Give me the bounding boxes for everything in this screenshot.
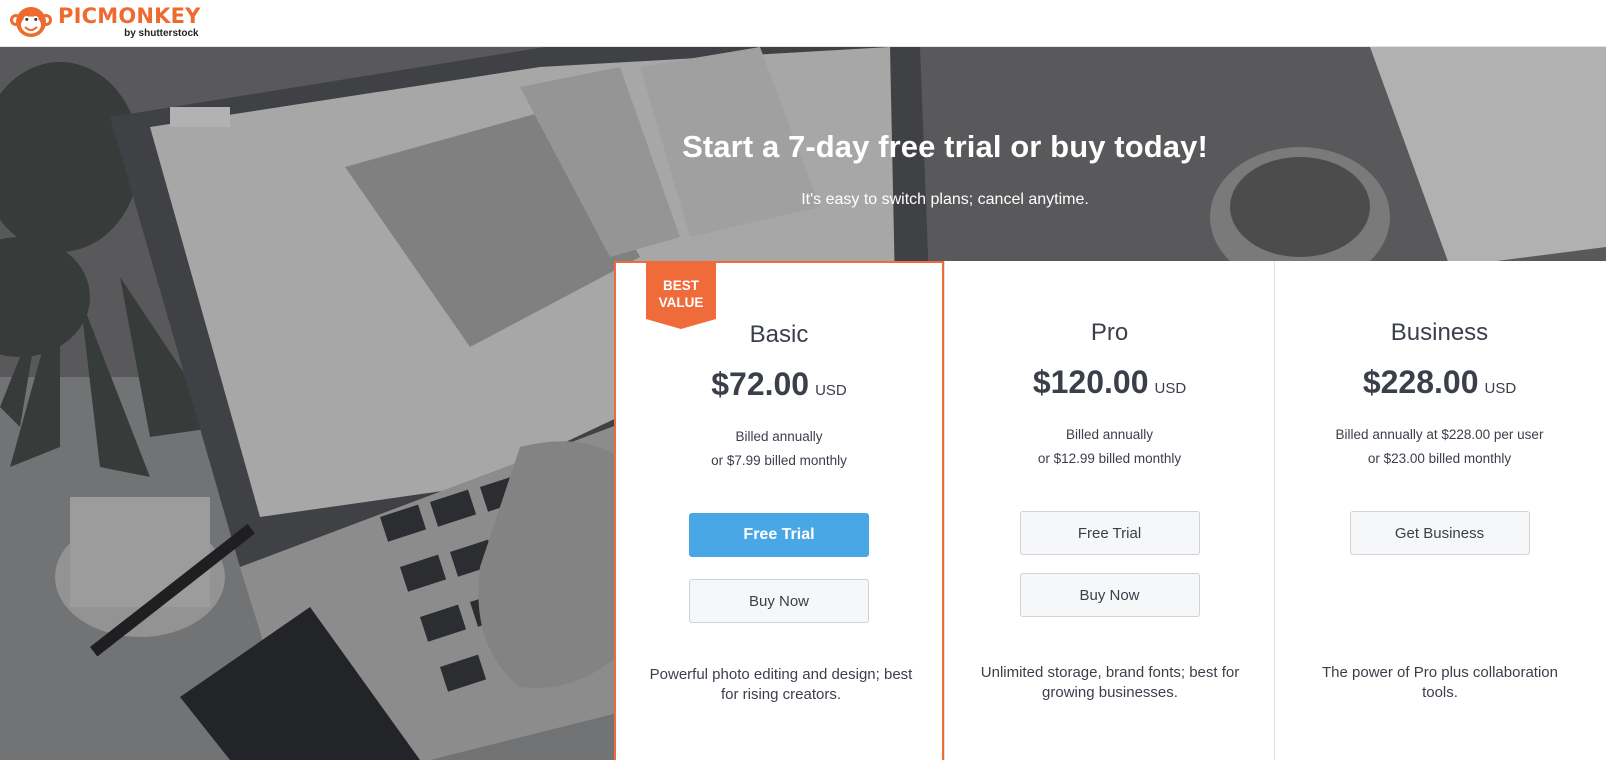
page-title: Start a 7-day free trial or buy today! xyxy=(682,129,1208,164)
picmonkey-logo[interactable]: PICMONKEY by shutterstock xyxy=(8,4,201,42)
plan-currency: USD xyxy=(1154,380,1187,397)
plan-description: Powerful photo editing and design; best … xyxy=(649,666,913,703)
billing-info: Billed annually or $7.99 billed monthly xyxy=(616,425,942,473)
badge-label: BEST VALUE xyxy=(658,278,704,310)
plan-currency: USD xyxy=(1484,380,1517,397)
billing-monthly: or $12.99 billed monthly xyxy=(1037,451,1182,466)
plan-description: Unlimited storage, brand fonts; best for… xyxy=(980,664,1240,701)
page-subtitle: It's easy to switch plans; cancel anytim… xyxy=(801,191,1089,208)
price-row: $228.00 USD xyxy=(1275,364,1604,401)
free-trial-button[interactable]: Free Trial xyxy=(1019,511,1200,555)
billing-info: Billed annually or $12.99 billed monthly xyxy=(945,423,1274,471)
plan-card-pro: Pro $120.00 USD Billed annually or $12.9… xyxy=(944,261,1274,760)
site-header: PICMONKEY by shutterstock xyxy=(0,0,1606,47)
logo-byline: by shutterstock xyxy=(124,28,199,39)
buy-now-button[interactable]: Buy Now xyxy=(689,579,869,623)
plan-name: Business xyxy=(1390,319,1489,346)
plan-currency: USD xyxy=(815,382,847,399)
buy-now-button[interactable]: Buy Now xyxy=(1019,573,1200,617)
get-business-button[interactable]: Get Business xyxy=(1349,511,1530,555)
plan-price: $72.00 xyxy=(711,366,810,402)
pricing-plans: BEST VALUE Basic $72.00 USD Billed annual… xyxy=(614,261,1606,760)
price-row: $120.00 USD xyxy=(945,364,1274,401)
plan-card-basic: BEST VALUE Basic $72.00 USD Billed annual… xyxy=(614,261,944,760)
plan-card-business: Business $228.00 USD Billed annually at … xyxy=(1274,261,1604,760)
billing-annual: Billed annually at $228.00 per user xyxy=(1335,427,1544,442)
billing-monthly: or $7.99 billed monthly xyxy=(711,453,847,468)
plan-description: The power of Pro plus collaboration tool… xyxy=(1322,664,1558,701)
free-trial-button[interactable]: Free Trial xyxy=(689,513,869,557)
billing-annual: Billed annually xyxy=(1065,427,1154,442)
best-value-badge: BEST VALUE xyxy=(646,263,716,329)
plan-name: Basic xyxy=(749,321,809,348)
logo-wordmark: PICMONKEY xyxy=(58,4,201,28)
plan-price: $228.00 xyxy=(1362,364,1479,400)
monkey-logo-icon xyxy=(10,7,52,37)
billing-annual: Billed annually xyxy=(735,429,823,444)
plan-name: Pro xyxy=(1090,319,1129,346)
price-row: $72.00 USD xyxy=(616,366,942,403)
billing-monthly: or $23.00 billed monthly xyxy=(1367,451,1512,466)
plan-price: $120.00 xyxy=(1032,364,1149,400)
billing-info: Billed annually at $228.00 per user or $… xyxy=(1275,423,1604,471)
